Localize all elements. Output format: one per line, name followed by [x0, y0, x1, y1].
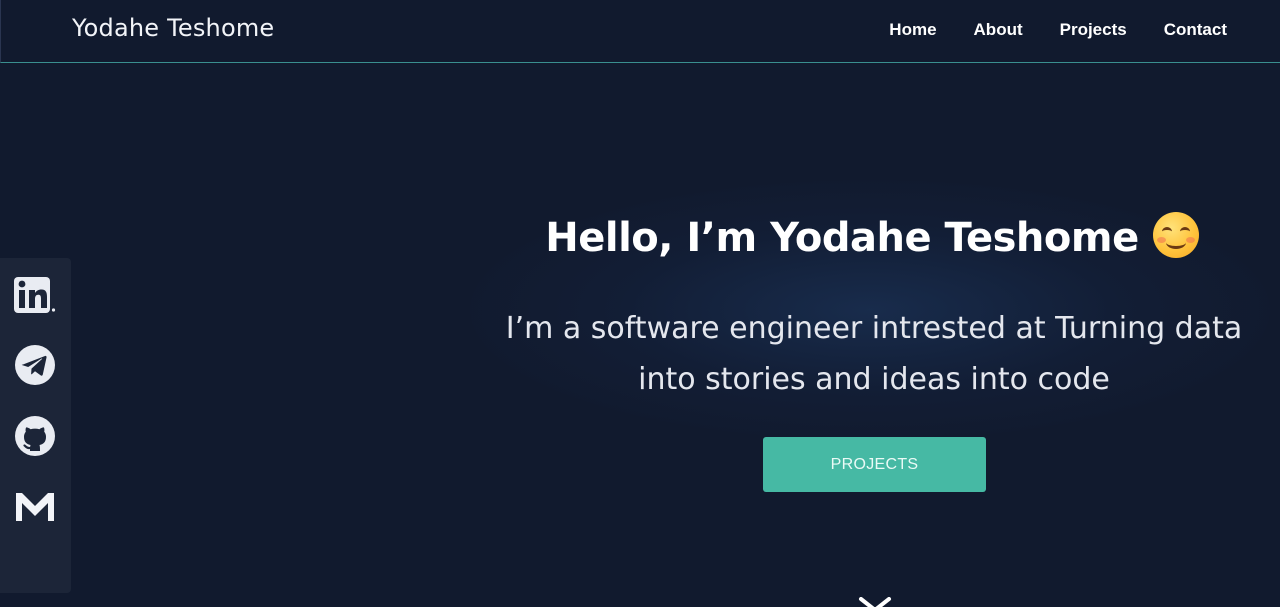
linkedin-icon[interactable] — [14, 274, 56, 316]
scroll-down-icon[interactable] — [857, 596, 893, 607]
projects-button[interactable]: PROJECTS — [763, 437, 986, 492]
social-sidebar — [0, 258, 71, 593]
nav-contact[interactable]: Contact — [1164, 20, 1227, 40]
hero-title-text: Hello, I’m Yodahe Teshome — [545, 215, 1139, 261]
nav-home[interactable]: Home — [889, 20, 936, 40]
nav-projects[interactable]: Projects — [1060, 20, 1127, 40]
smiling-face-icon — [1152, 212, 1199, 258]
brand-name[interactable]: Yodahe Teshome — [72, 14, 274, 42]
telegram-icon[interactable] — [14, 344, 56, 386]
hero-subtitle-line-2: into stories and ideas into code — [638, 362, 1110, 397]
hero-subtitle-line-1: I’m a software engineer intrested at Tur… — [505, 311, 1243, 346]
nav-about[interactable]: About — [974, 20, 1023, 40]
hero-title: Hello, I’m Yodahe Teshome — [500, 212, 1244, 261]
site-header: Yodahe Teshome Home About Projects Conta… — [0, 0, 1280, 63]
github-icon[interactable] — [14, 415, 56, 457]
hero-subtitle: I’m a software engineer intrested at Tur… — [490, 303, 1258, 405]
portfolio-page: Yodahe Teshome Home About Projects Conta… — [0, 0, 1280, 607]
gmail-icon[interactable] — [14, 486, 56, 528]
main-nav: Home About Projects Contact — [889, 20, 1227, 40]
